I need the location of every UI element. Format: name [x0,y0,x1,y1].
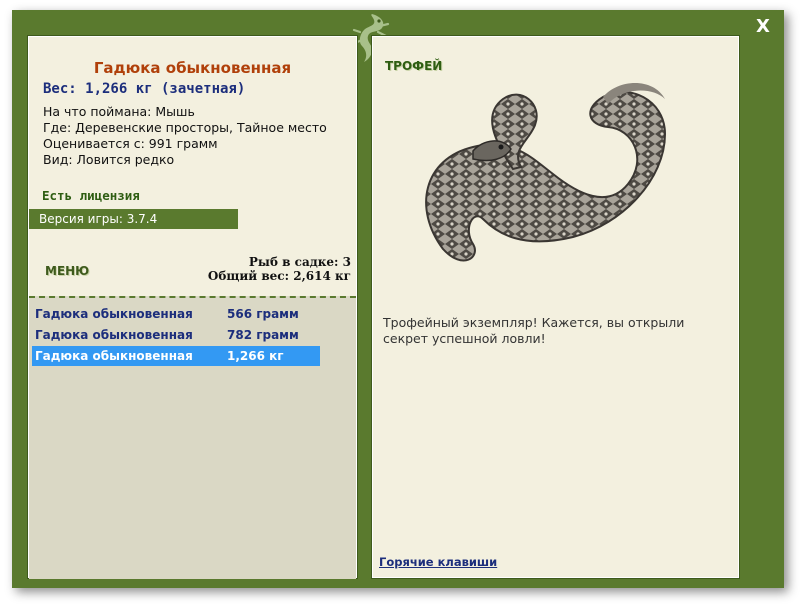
catch-list: Гадюка обыкновенная 566 грамм Гадюка обы… [29,296,356,579]
catch-name: Гадюка обыкновенная [35,349,193,363]
trophy-description: Трофейный экземпляр! Кажется, вы открыли… [383,315,685,346]
bait-info: На что поймана: Мышь [43,104,195,119]
rarity-info: Вид: Ловится редко [43,152,175,167]
license-status: Есть лицензия [42,188,140,203]
catch-list-item-selected[interactable]: Гадюка обыкновенная 1,266 кг [32,346,320,366]
hotkeys-link[interactable]: Горячие клавиши [379,555,497,569]
location-info: Где: Деревенские просторы, Тайное место [43,120,327,135]
menu-button[interactable]: МЕНЮ [45,264,89,278]
version-bar: Версия игры: 3.7.4 [29,209,238,229]
catch-name: Гадюка обыкновенная [35,307,193,321]
keepnet-stats: Рыб в садке: 3 Общий вес: 2,614 кг [208,255,351,283]
catch-weight: 566 грамм [227,307,299,321]
fish-info-panel: Гадюка обыкновенная Вес: 1,266 кг (зачет… [27,35,358,579]
catch-name: Гадюка обыкновенная [35,328,193,342]
fish-count: Рыб в садке: 3 [248,255,351,269]
close-button[interactable]: X [752,16,774,38]
catch-weight: 1,266 кг [227,349,284,363]
catch-list-item[interactable]: Гадюка обыкновенная 566 грамм [32,304,320,324]
trophy-panel: ТРОФЕЙ Трофейный экземпляр! Кажется, вы … [371,35,740,579]
fish-weight: Вес: 1,266 кг (зачетная) [43,81,246,97]
catch-weight: 782 грамм [227,328,299,342]
fish-name-title: Гадюка обыкновенная [93,59,292,77]
total-weight: Общий вес: 2,614 кг [207,269,351,283]
value-info: Оценивается с: 991 грамм [43,136,218,151]
catch-list-item[interactable]: Гадюка обыкновенная 782 грамм [32,325,320,345]
viper-snake-image [425,83,667,262]
